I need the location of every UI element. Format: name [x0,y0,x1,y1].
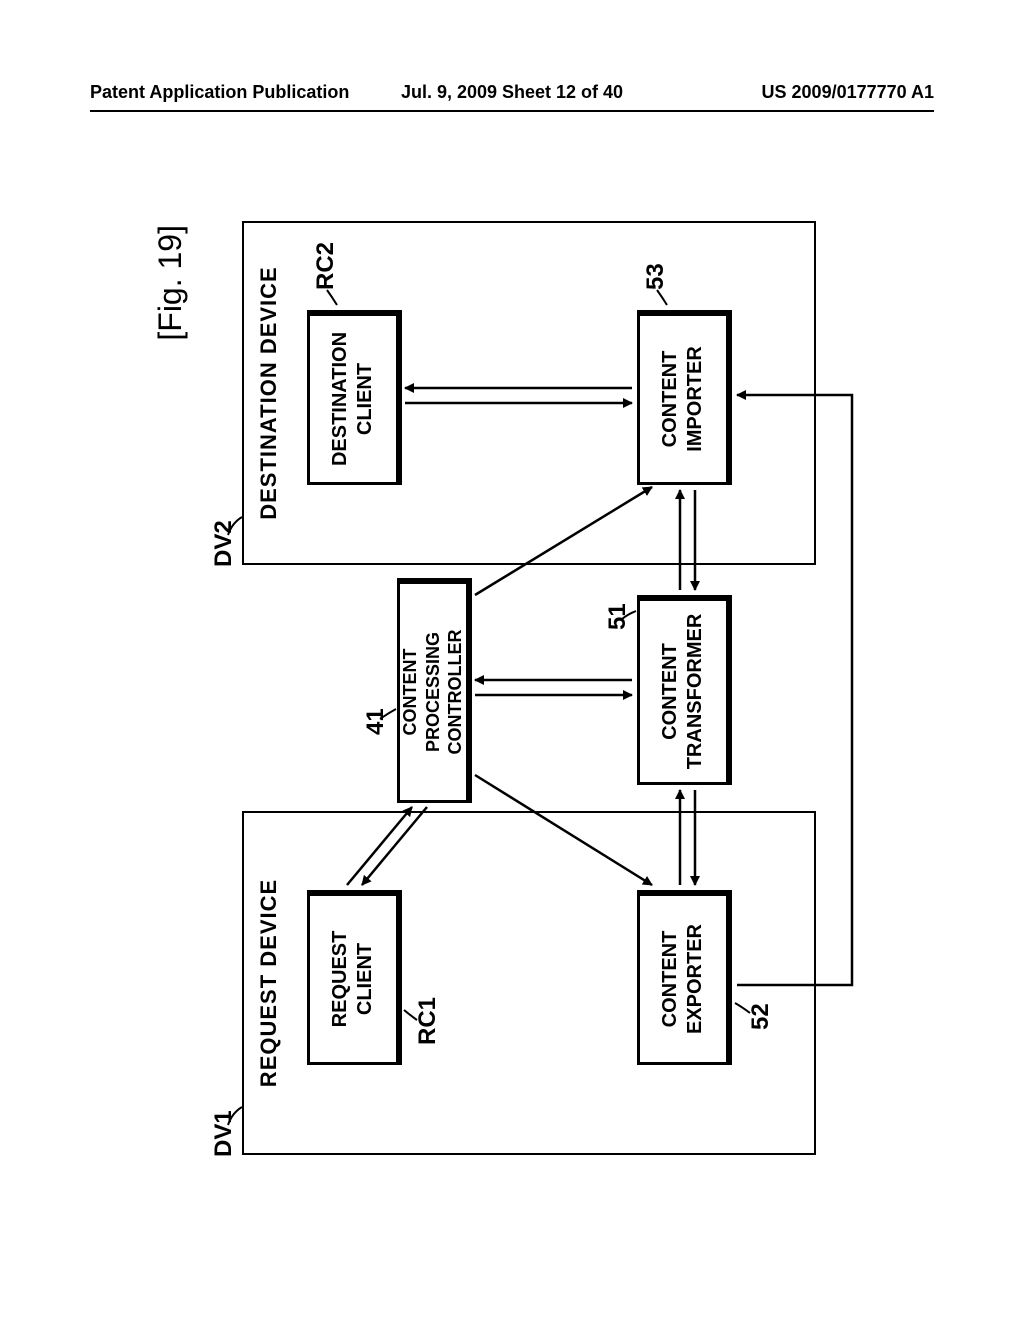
dv2-tag: DV2 [210,520,238,567]
ce-tag: 52 [747,1003,775,1030]
content-transformer-block: CONTENTTRANSFORMER [637,595,732,785]
rc1-tag: RC1 [414,997,442,1045]
content-importer-block: CONTENTIMPORTER [637,310,732,485]
page-body: [Fig. 19] REQUEST DEVICE DV1 DESTINATION… [90,130,934,1240]
header-right: US 2009/0177770 A1 [762,82,934,103]
figure-19-diagram: [Fig. 19] REQUEST DEVICE DV1 DESTINATION… [152,185,872,1185]
header-left: Patent Application Publication [90,82,349,103]
destination-client-label: DESTINATIONCLIENT [328,332,378,466]
request-client-label: REQUESTCLIENT [328,931,378,1028]
request-client-block: REQUESTCLIENT [307,890,402,1065]
dv1-tag: DV1 [210,1110,238,1157]
content-processing-controller-block: CONTENT PROCESSINGCONTROLLER [397,578,472,803]
destination-client-block: DESTINATIONCLIENT [307,310,402,485]
content-exporter-label: CONTENTEXPORTER [658,924,708,1034]
diagram-canvas: [Fig. 19] REQUEST DEVICE DV1 DESTINATION… [152,185,872,1185]
rc2-tag: RC2 [312,242,340,290]
content-processing-controller-label: CONTENT PROCESSINGCONTROLLER [399,588,467,796]
ci-tag: 53 [642,263,670,290]
ct-tag: 51 [604,603,632,630]
content-exporter-block: CONTENTEXPORTER [637,890,732,1065]
cpc-tag: 41 [362,708,390,735]
header-rule [90,110,934,112]
content-importer-label: CONTENTIMPORTER [658,346,708,452]
page-header: Patent Application Publication Jul. 9, 2… [0,82,1024,103]
request-device-title: REQUEST DEVICE [256,813,282,1153]
figure-label: [Fig. 19] [152,225,189,341]
header-center: Jul. 9, 2009 Sheet 12 of 40 [401,82,623,103]
destination-device-title: DESTINATION DEVICE [256,223,282,563]
content-transformer-label: CONTENTTRANSFORMER [658,614,708,770]
